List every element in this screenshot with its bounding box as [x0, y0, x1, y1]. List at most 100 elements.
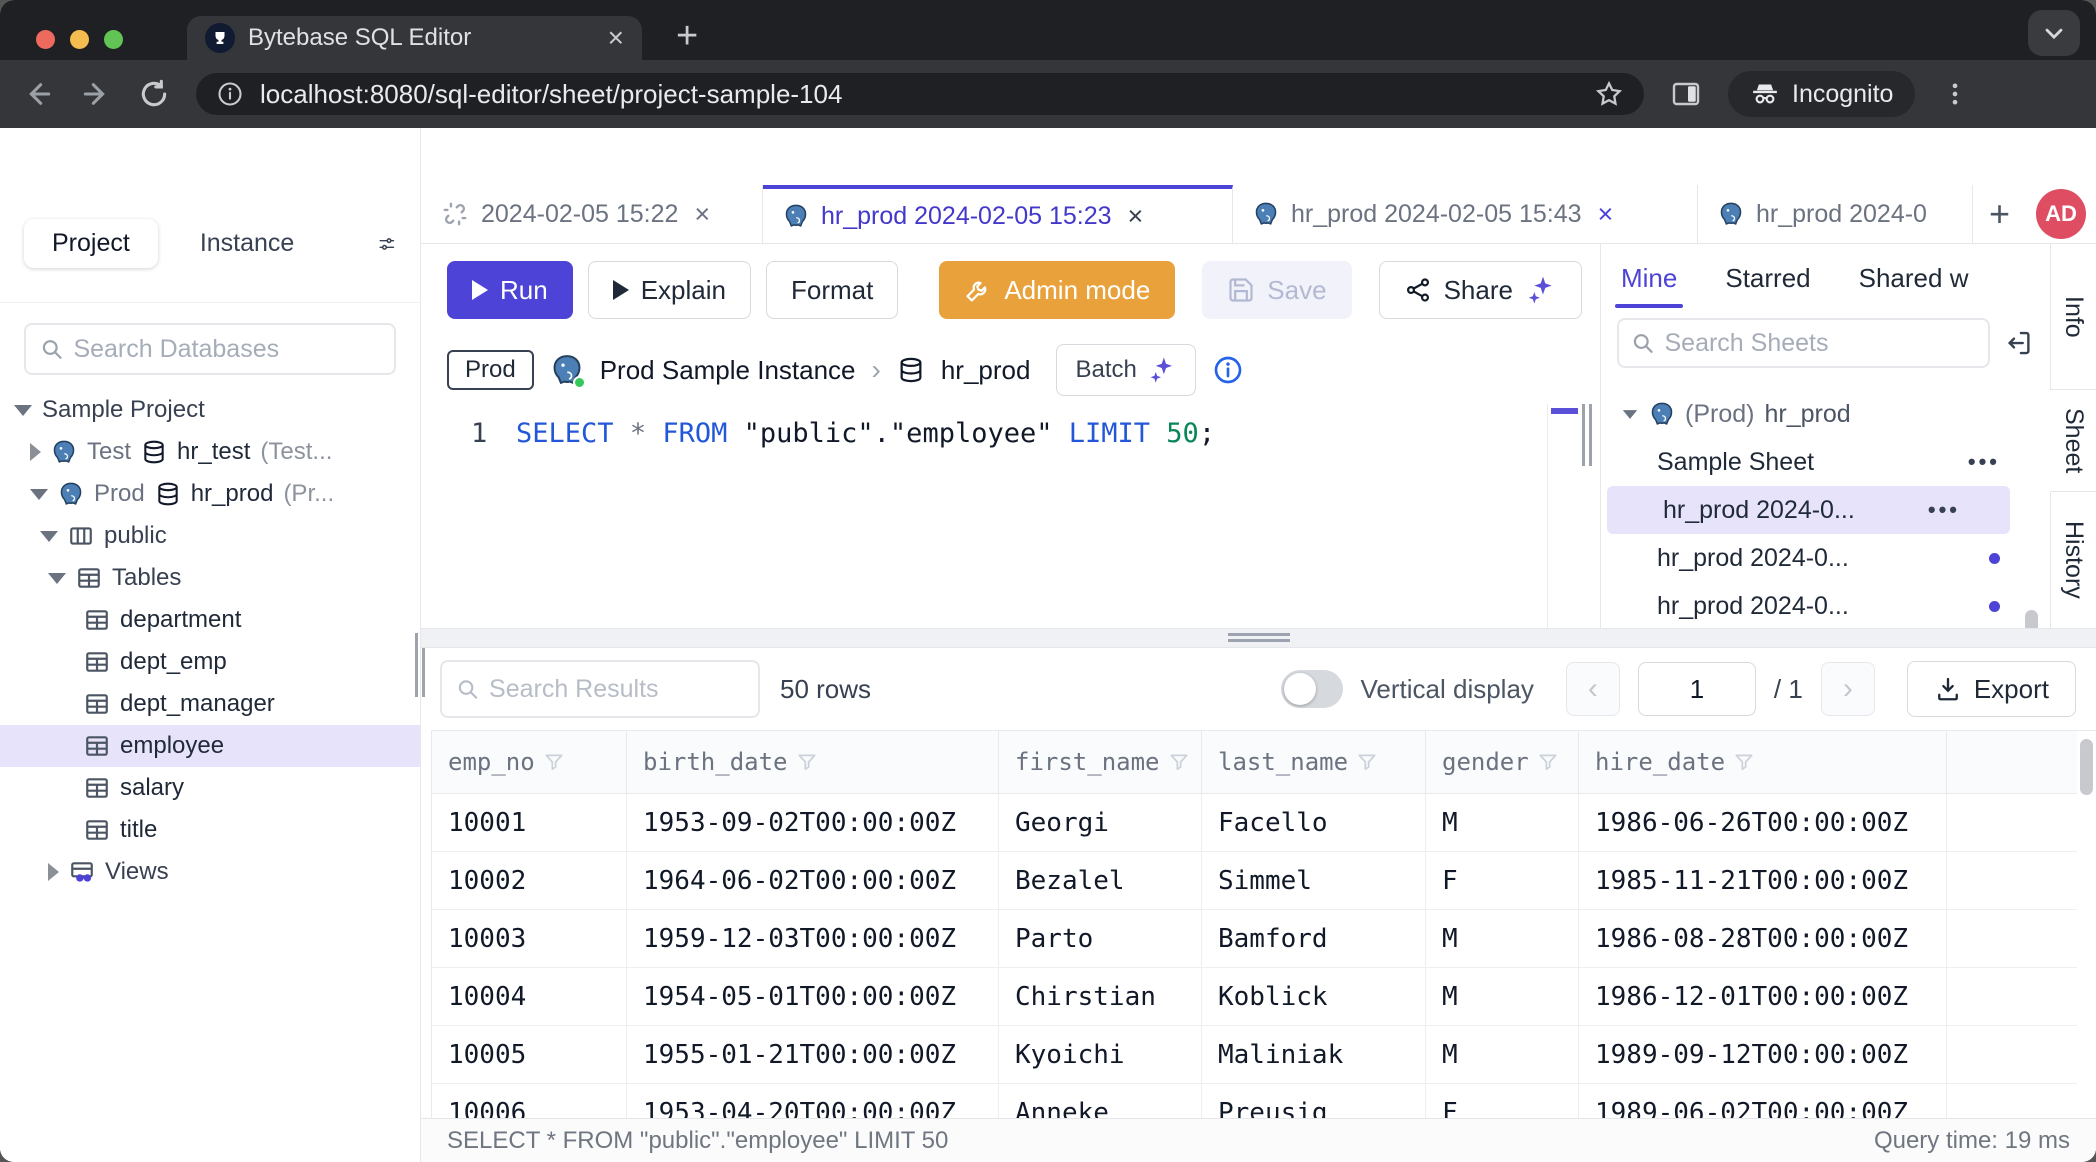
export-button[interactable]: Export [1907, 661, 2076, 717]
column-header-birth_date[interactable]: birth_date [627, 731, 999, 794]
column-header-hire_date[interactable]: hire_date [1579, 731, 1947, 794]
back-icon[interactable] [22, 78, 54, 110]
table-cell[interactable]: 10002 [432, 852, 627, 910]
new-tab-icon[interactable]: + [676, 14, 698, 58]
table-cell[interactable]: Maliniak [1202, 1026, 1426, 1084]
column-header-emp_no[interactable]: emp_no [432, 731, 627, 794]
format-button[interactable]: Format [766, 261, 898, 319]
column-header-last_name[interactable]: last_name [1202, 731, 1426, 794]
instance-name[interactable]: Prod Sample Instance [600, 355, 856, 386]
sheet-menu-icon[interactable]: ••• [1928, 497, 1960, 523]
tab-shared[interactable]: Shared w [1857, 249, 1971, 308]
tree-item-table-dept_manager[interactable]: dept_manager [0, 683, 420, 725]
table-cell[interactable]: 1989-06-02T00:00:00Z [1579, 1084, 1947, 1118]
table-cell[interactable]: 10001 [432, 794, 627, 852]
batch-button[interactable]: Batch [1056, 344, 1195, 396]
vertical-display-toggle[interactable] [1281, 670, 1343, 708]
side-tab-info[interactable]: Info [2050, 244, 2096, 390]
table-cell[interactable]: Anneke [999, 1084, 1202, 1118]
tab-instance[interactable]: Instance [200, 229, 295, 258]
table-cell[interactable]: Facello [1202, 794, 1426, 852]
table-cell[interactable]: Preusig [1202, 1084, 1426, 1118]
table-cell[interactable]: Bamford [1202, 910, 1426, 968]
sql-editor[interactable]: 1 SELECT * FROM "public"."employee" LIMI… [421, 404, 1600, 628]
sheet-menu-icon[interactable]: ••• [1968, 449, 2000, 475]
database-name[interactable]: hr_prod [941, 355, 1031, 386]
table-cell[interactable]: M [1426, 1026, 1579, 1084]
database-search[interactable] [24, 323, 396, 375]
table-cell[interactable]: Kyoichi [999, 1026, 1202, 1084]
table-cell[interactable]: 1953-04-20T00:00:00Z [627, 1084, 999, 1118]
reload-icon[interactable] [138, 78, 170, 110]
sheet-item[interactable]: Sample Sheet••• [1601, 438, 2050, 486]
table-cell[interactable]: Bezalel [999, 852, 1202, 910]
sheet-group-hr_test[interactable]: (Test)hr_test [1601, 382, 2050, 390]
table-cell[interactable]: 1955-01-21T00:00:00Z [627, 1026, 999, 1084]
side-tab-sheet[interactable]: Sheet [2050, 390, 2096, 492]
window-maximize-button[interactable] [104, 30, 123, 49]
page-number-input[interactable] [1638, 662, 1756, 716]
editor-panel-resize-handle[interactable] [1582, 404, 1592, 466]
sheet-search[interactable] [1617, 318, 1990, 368]
table-cell[interactable]: F [1426, 1084, 1579, 1118]
ai-sparkle-icon[interactable] [1525, 274, 1557, 306]
tree-item-table-dept_emp[interactable]: dept_emp [0, 641, 420, 683]
column-header-gender[interactable]: gender [1426, 731, 1579, 794]
run-button[interactable]: Run [447, 261, 573, 319]
results-search-input[interactable] [489, 675, 744, 704]
table-cell[interactable]: 1954-05-01T00:00:00Z [627, 968, 999, 1026]
table-cell[interactable]: 10005 [432, 1026, 627, 1084]
table-cell[interactable]: F [1426, 852, 1579, 910]
sheet-list-scrollbar[interactable] [2025, 610, 2038, 628]
forward-icon[interactable] [80, 78, 112, 110]
site-info-icon[interactable] [216, 80, 244, 108]
tree-item-table-title[interactable]: title [0, 809, 420, 851]
query-tab-2[interactable]: hr_prod 2024-02-05 15:23× [763, 185, 1233, 243]
environment-chip[interactable]: Prod [447, 350, 534, 390]
sheet-item[interactable]: hr_prod 2024-0... [1601, 534, 2050, 582]
database-search-input[interactable] [73, 335, 380, 364]
table-cell[interactable]: 1989-09-12T00:00:00Z [1579, 1026, 1947, 1084]
window-close-button[interactable] [36, 30, 55, 49]
tree-item-database-hr_prod[interactable]: Prodhr_prod(Pr... [0, 473, 420, 515]
table-cell[interactable]: 1986-12-01T00:00:00Z [1579, 968, 1947, 1026]
next-page-button[interactable]: › [1821, 662, 1875, 716]
sheet-item[interactable]: hr_prod 2024-0... [1601, 582, 2050, 628]
table-cell[interactable]: 1964-06-02T00:00:00Z [627, 852, 999, 910]
tab-starred[interactable]: Starred [1723, 249, 1812, 308]
sheet-search-input[interactable] [1664, 329, 1976, 358]
table-cell[interactable]: 10003 [432, 910, 627, 968]
side-tab-history[interactable]: History [2050, 492, 2096, 628]
table-cell[interactable]: M [1426, 968, 1579, 1026]
caret-down-icon[interactable] [30, 489, 48, 500]
caret-down-icon[interactable] [48, 573, 66, 584]
table-cell[interactable]: M [1426, 910, 1579, 968]
browser-tab[interactable]: Bytebase SQL Editor × [187, 16, 642, 60]
share-button[interactable]: Share [1379, 261, 1582, 319]
tab-search-button[interactable] [2028, 10, 2080, 56]
admin-mode-button[interactable]: Admin mode [939, 261, 1175, 319]
sheet-group-hr_prod[interactable]: (Prod)hr_prod [1601, 390, 2050, 438]
side-panel-icon[interactable] [1670, 78, 1702, 110]
tree-item-schema-public[interactable]: public [0, 515, 420, 557]
caret-down-icon[interactable] [40, 531, 58, 542]
browser-menu-icon[interactable] [1941, 80, 1969, 108]
table-cell[interactable]: M [1426, 794, 1579, 852]
connection-info-icon[interactable] [1212, 354, 1244, 386]
tree-item-database-hr_test[interactable]: Testhr_test(Test... [0, 431, 420, 473]
table-cell[interactable]: 1953-09-02T00:00:00Z [627, 794, 999, 852]
caret-right-icon[interactable] [30, 443, 41, 461]
import-sheet-icon[interactable] [2004, 328, 2034, 358]
tree-item-tables-group[interactable]: Tables [0, 557, 420, 599]
sheet-item[interactable]: hr_prod 2024-0...••• [1607, 486, 2010, 534]
tree-item-table-employee[interactable]: employee [0, 725, 420, 767]
tab-project[interactable]: Project [24, 219, 158, 268]
tree-item-table-salary[interactable]: salary [0, 767, 420, 809]
table-cell[interactable]: 1959-12-03T00:00:00Z [627, 910, 999, 968]
query-tab-close-icon[interactable]: × [1598, 199, 1614, 230]
address-bar[interactable]: localhost:8080/sql-editor/sheet/project-… [196, 73, 1644, 115]
column-header-first_name[interactable]: first_name [999, 731, 1202, 794]
table-cell[interactable]: 10006 [432, 1084, 627, 1118]
tree-item-project[interactable]: Sample Project [0, 389, 420, 431]
grid-scrollbar[interactable] [2080, 739, 2093, 795]
